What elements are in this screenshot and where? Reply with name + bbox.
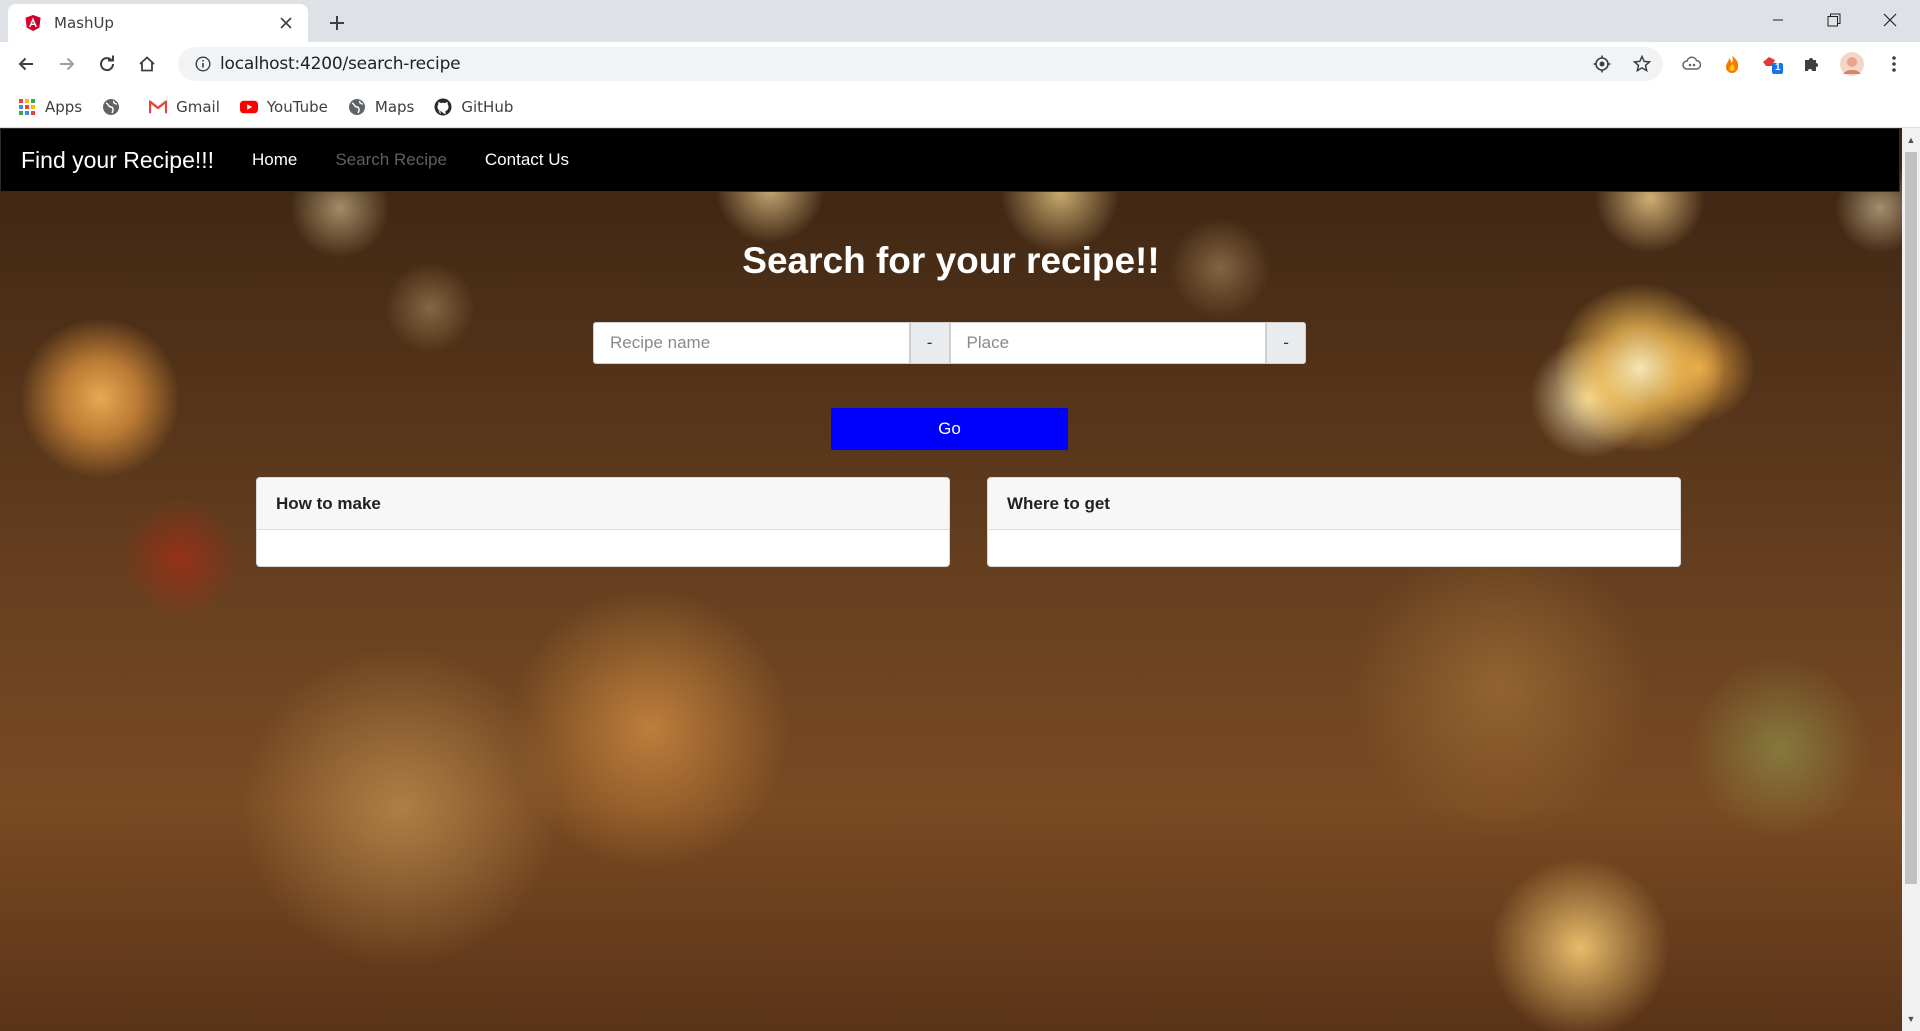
bookmark-maps[interactable]: Maps bbox=[348, 98, 414, 116]
bookmark-star-icon[interactable] bbox=[1628, 50, 1656, 78]
home-icon[interactable] bbox=[131, 48, 163, 80]
bookmarks-bar: Apps Gmail YouTube Maps GitHub bbox=[0, 86, 1920, 128]
url-text: localhost:4200/search-recipe bbox=[220, 54, 461, 74]
location-target-icon[interactable] bbox=[1588, 50, 1616, 78]
top-navbar: Find your Recipe!!! Home Search Recipe C… bbox=[0, 128, 1900, 192]
card-header: How to make bbox=[257, 478, 949, 530]
page-heading: Search for your recipe!! bbox=[742, 240, 1160, 281]
minimize-icon[interactable] bbox=[1750, 0, 1806, 40]
bookmark-gmail[interactable]: Gmail bbox=[149, 98, 220, 116]
site-info-icon[interactable] bbox=[186, 56, 220, 72]
scroll-down-icon[interactable]: ▼ bbox=[1902, 1011, 1920, 1027]
go-button[interactable]: Go bbox=[831, 408, 1068, 450]
tab-title: MashUp bbox=[54, 14, 114, 32]
reload-icon[interactable] bbox=[91, 48, 123, 80]
card-header: Where to get bbox=[988, 478, 1680, 530]
gmail-icon bbox=[149, 98, 168, 116]
bookmark-label: Apps bbox=[45, 97, 83, 116]
browser-tabstrip: MashUp bbox=[0, 0, 1920, 42]
recipe-name-input[interactable]: Recipe name bbox=[593, 322, 910, 364]
notification-extension-icon[interactable]: 1 bbox=[1758, 50, 1786, 78]
apps-grid-icon bbox=[18, 98, 36, 116]
where-to-get-card: Where to get bbox=[987, 477, 1681, 567]
globe-icon bbox=[348, 98, 366, 116]
new-tab-icon[interactable] bbox=[324, 10, 350, 36]
nav-link-home[interactable]: Home bbox=[252, 150, 297, 170]
youtube-icon bbox=[239, 98, 258, 116]
place-addon: - bbox=[1266, 322, 1306, 364]
search-input-group: Recipe name - Place - bbox=[593, 322, 1306, 364]
place-input[interactable]: Place bbox=[949, 322, 1267, 364]
extension-badge: 1 bbox=[1775, 62, 1781, 73]
back-icon[interactable] bbox=[10, 48, 42, 80]
page-viewport: Find your Recipe!!! Home Search Recipe C… bbox=[0, 128, 1902, 1031]
bookmark-label: GitHub bbox=[461, 97, 514, 116]
extensions-puzzle-icon[interactable] bbox=[1798, 50, 1826, 78]
address-bar[interactable]: localhost:4200/search-recipe bbox=[178, 47, 1663, 81]
page-scrollbar[interactable]: ▲ ▼ bbox=[1902, 128, 1920, 1031]
menu-kebab-icon[interactable] bbox=[1880, 50, 1908, 78]
scrollbar-thumb[interactable] bbox=[1905, 152, 1917, 884]
close-window-icon[interactable] bbox=[1862, 0, 1918, 40]
cloud-extension-icon[interactable] bbox=[1678, 50, 1706, 78]
recipe-addon: - bbox=[909, 322, 950, 364]
globe-icon bbox=[102, 98, 120, 116]
bookmark-globe[interactable] bbox=[102, 98, 129, 116]
nav-link-search-recipe[interactable]: Search Recipe bbox=[335, 150, 447, 170]
how-to-make-card: How to make bbox=[256, 477, 950, 567]
bookmark-label: Gmail bbox=[176, 97, 220, 116]
fire-extension-icon[interactable] bbox=[1718, 50, 1746, 78]
navbar-brand[interactable]: Find your Recipe!!! bbox=[21, 147, 214, 174]
bookmark-github[interactable]: GitHub bbox=[434, 98, 513, 116]
profile-avatar[interactable] bbox=[1838, 50, 1866, 78]
nav-link-contact-us[interactable]: Contact Us bbox=[485, 150, 569, 170]
bookmark-label: Maps bbox=[374, 97, 415, 116]
github-icon bbox=[434, 98, 452, 116]
angular-favicon-icon bbox=[24, 14, 42, 32]
restore-icon[interactable] bbox=[1806, 0, 1862, 40]
tab-close-icon[interactable] bbox=[276, 13, 296, 33]
bookmark-youtube[interactable]: YouTube bbox=[239, 97, 328, 116]
bookmark-apps[interactable]: Apps bbox=[18, 98, 82, 116]
browser-tab[interactable]: MashUp bbox=[8, 4, 308, 42]
bookmark-label: YouTube bbox=[266, 97, 328, 116]
forward-icon[interactable] bbox=[51, 48, 83, 80]
scroll-up-icon[interactable]: ▲ bbox=[1902, 132, 1920, 148]
browser-toolbar: localhost:4200/search-recipe 1 bbox=[0, 42, 1920, 86]
